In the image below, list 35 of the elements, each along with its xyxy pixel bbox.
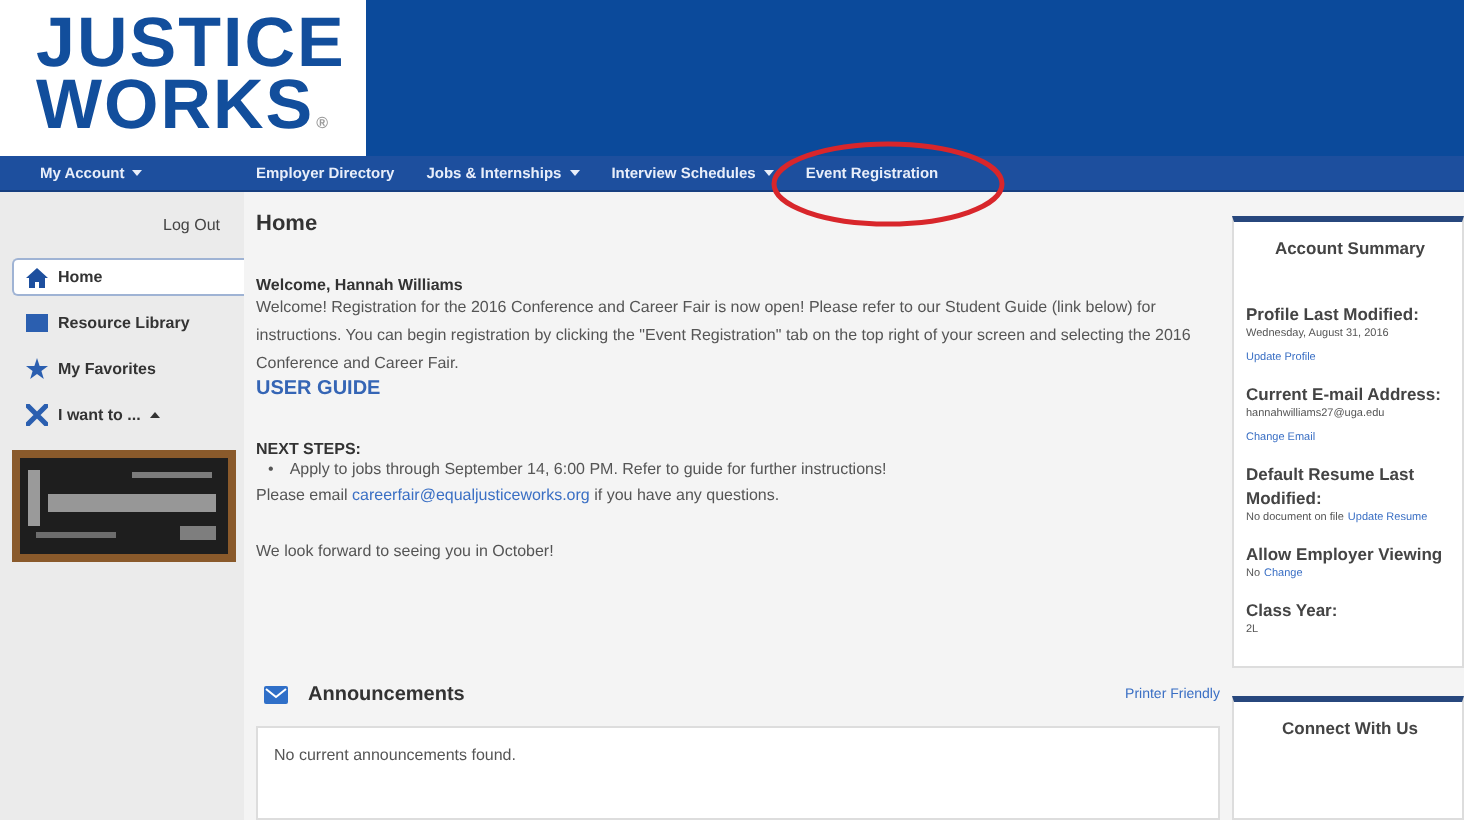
field-label: Current E-mail Address: xyxy=(1246,382,1443,406)
user-guide-link[interactable]: USER GUIDE xyxy=(256,378,1220,400)
sidebar-item[interactable]: Resource Library xyxy=(12,304,244,342)
field-label: Class Year: xyxy=(1246,598,1340,622)
closing-text: We look forward to seeing you in October! xyxy=(256,540,556,564)
logo-text: WORKS® xyxy=(36,74,331,148)
star-icon xyxy=(26,358,48,380)
list-item: Apply to jobs through September 14, 6:00 PM. Refer to guide for further instructions! xyxy=(289,458,887,482)
logout-link[interactable]: Log Out xyxy=(163,216,220,234)
field-label: Profile Last Modified: xyxy=(1246,302,1421,326)
bullet-mark: • xyxy=(268,458,274,482)
field-label: Default Resume Last Modified: xyxy=(1246,462,1417,510)
tools-icon xyxy=(26,404,48,426)
section-heading: NEXT STEPS: xyxy=(256,440,363,458)
caret-icon xyxy=(569,170,580,176)
section-title: Announcements xyxy=(308,683,467,705)
contact-sentence: Please email careerfair@equaljusticeworks.org if you have any questions. xyxy=(256,484,782,508)
home-icon xyxy=(26,267,48,287)
intro-paragraph: Welcome! Registration for the 2016 Conference and Career Fair is now open! Please refer to our Student Guide (link below) for instructions. You can begin registration by clicking the "Event Registration" tab on the top right of your screen and selecting the 2016 Conference and Career Fair. xyxy=(256,296,1193,376)
caret-icon xyxy=(132,170,143,176)
sidebar-item[interactable]: Home xyxy=(12,258,244,296)
field-label: Allow Employer Viewing xyxy=(1246,542,1445,566)
envelope-icon xyxy=(264,685,288,703)
sidebar-item[interactable]: My Favorites xyxy=(12,350,244,388)
caret-icon xyxy=(150,412,161,418)
page-title: Home xyxy=(256,212,320,236)
card-title: Account Summary xyxy=(1272,238,1428,258)
empty-message: No current announcements found. xyxy=(274,746,516,764)
greeting-text: Welcome, Hannah Williams xyxy=(256,276,465,294)
email-link[interactable]: careerfair@equaljusticeworks.org xyxy=(352,486,590,504)
caret-icon xyxy=(763,170,774,176)
logo-text: JUSTICE xyxy=(36,12,348,74)
folder-icon xyxy=(26,314,48,332)
sidebar-item[interactable]: I want to ... xyxy=(12,396,244,434)
card-title: Connect With Us xyxy=(1280,718,1420,738)
